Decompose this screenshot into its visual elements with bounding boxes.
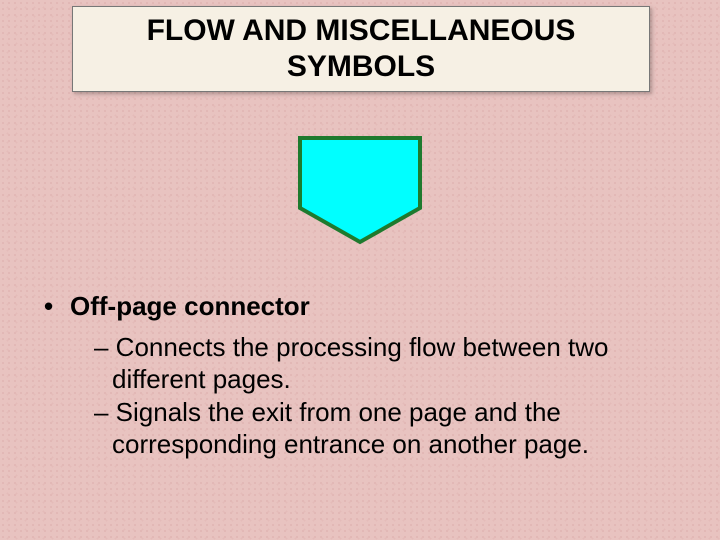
off-page-connector-shape bbox=[300, 138, 420, 242]
bullet-main: Off-page connector bbox=[40, 290, 680, 323]
bullet-sub-2: – Signals the exit from one page and the… bbox=[40, 396, 680, 461]
off-page-connector-icon bbox=[280, 130, 440, 250]
symbol-illustration bbox=[0, 130, 720, 255]
title-card: FLOW AND MISCELLANEOUS SYMBOLS bbox=[72, 6, 650, 92]
description-block: Off-page connector – Connects the proces… bbox=[40, 290, 680, 461]
page-title: FLOW AND MISCELLANEOUS SYMBOLS bbox=[73, 9, 649, 89]
bullet-sub-1: – Connects the processing flow between t… bbox=[40, 331, 680, 396]
